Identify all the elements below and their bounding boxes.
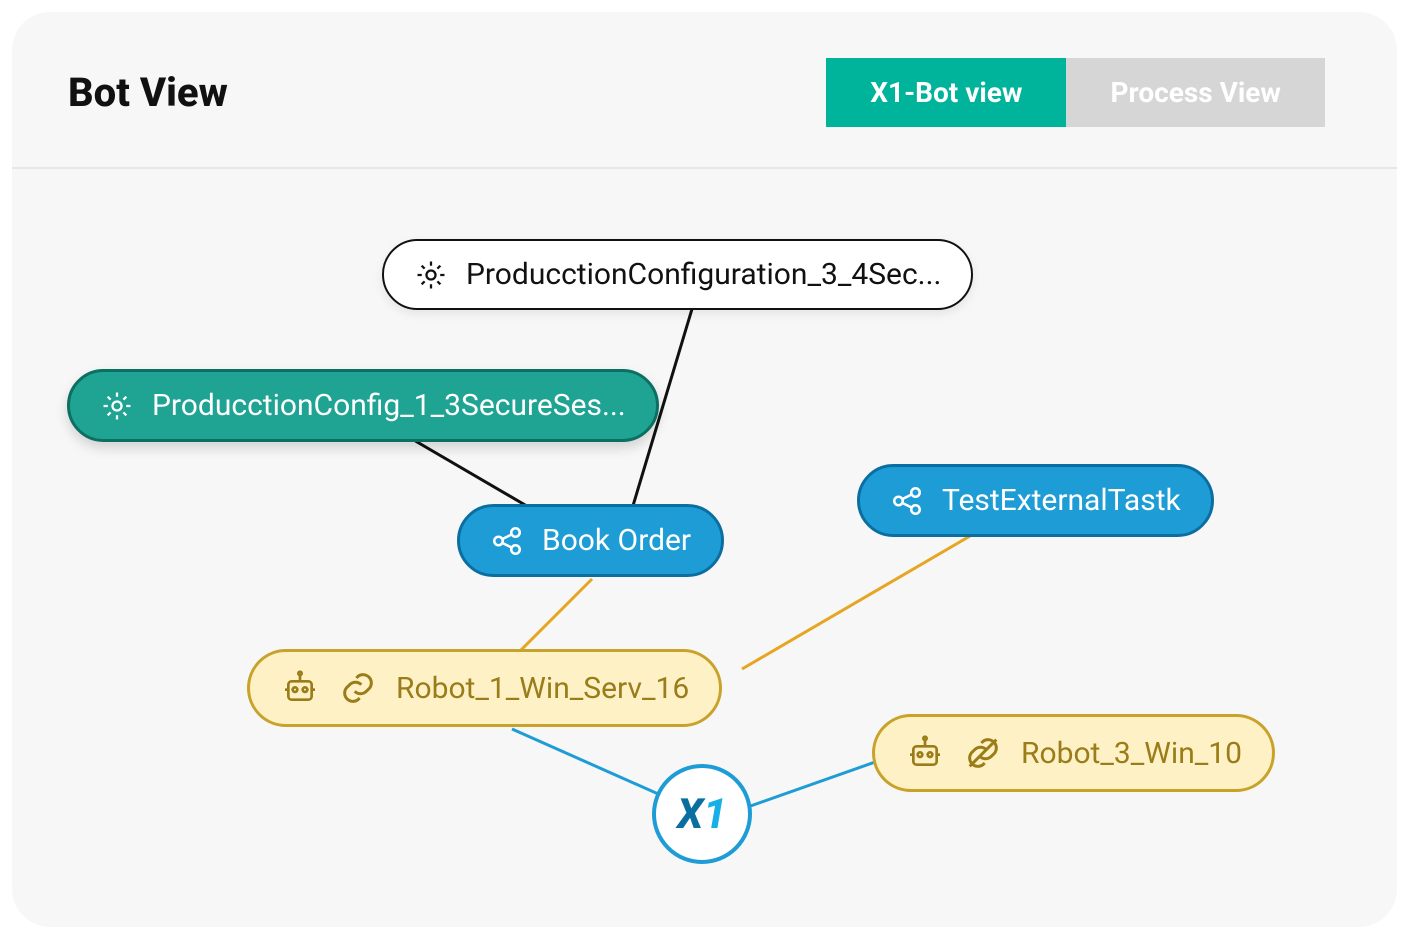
gear-icon <box>414 258 448 292</box>
robot-icon <box>280 668 320 708</box>
page-title: Bot View <box>68 69 228 116</box>
tab-x1-bot-view[interactable]: X1-Bot view <box>826 58 1066 127</box>
link-icon <box>338 668 378 708</box>
bot-view-panel: Bot View X1-Bot view Process View <box>12 12 1397 927</box>
node-label: Book Order <box>542 523 691 558</box>
node-label: Robot_1_Win_Serv_16 <box>396 671 689 706</box>
node-label: ProducctionConfig_1_3SecureSes... <box>152 388 626 423</box>
node-label: TestExternalTastk <box>942 483 1181 518</box>
tab-label: X1-Bot view <box>870 76 1022 109</box>
tab-process-view[interactable]: Process View <box>1066 58 1325 127</box>
view-tabs: X1-Bot view Process View <box>826 58 1325 127</box>
share-icon <box>890 484 924 518</box>
node-task-book-order[interactable]: Book Order <box>457 504 724 577</box>
node-task-external[interactable]: TestExternalTastk <box>857 464 1214 537</box>
robot-icon <box>905 733 945 773</box>
node-hub-x1[interactable]: X1 <box>652 764 752 864</box>
node-label: Robot_3_Win_10 <box>1021 736 1242 771</box>
panel-header: Bot View X1-Bot view Process View <box>12 12 1397 169</box>
node-label: ProducctionConfiguration_3_4Sec... <box>466 257 941 292</box>
unlink-icon <box>963 733 1003 773</box>
node-robot-1[interactable]: Robot_1_Win_Serv_16 <box>247 649 722 727</box>
node-config-left[interactable]: ProducctionConfig_1_3SecureSes... <box>67 369 659 442</box>
tab-label: Process View <box>1110 76 1281 109</box>
gear-icon <box>100 389 134 423</box>
share-icon <box>490 524 524 558</box>
hub-logo: X <box>677 790 703 839</box>
node-config-top[interactable]: ProducctionConfiguration_3_4Sec... <box>382 239 973 310</box>
diagram-canvas[interactable]: ProducctionConfiguration_3_4Sec... Produ… <box>12 169 1397 924</box>
node-robot-3[interactable]: Robot_3_Win_10 <box>872 714 1275 792</box>
